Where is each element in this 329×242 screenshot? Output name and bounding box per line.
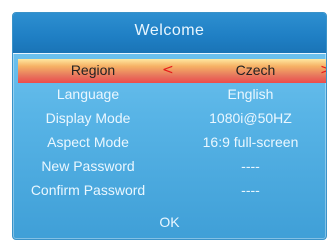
setting-label: Display Mode	[45, 110, 131, 126]
dialog-title: Welcome	[134, 22, 205, 39]
setting-label: New Password	[41, 158, 135, 174]
dialog-title-bar: Welcome	[13, 13, 326, 54]
setting-row-language[interactable]: Language English	[13, 83, 326, 107]
setting-row-new-password[interactable]: New Password ----	[13, 155, 326, 179]
setting-value: 16:9 full-screen	[202, 134, 299, 150]
setting-row-region[interactable]: Region < Czech >	[18, 59, 326, 83]
setting-row-confirm-password[interactable]: Confirm Password ----	[13, 179, 326, 203]
ok-button[interactable]: OK	[13, 214, 326, 230]
welcome-dialog: Welcome Region < Czech > Language Englis…	[12, 12, 327, 240]
setting-label: Region	[70, 62, 116, 78]
setting-row-aspect-mode[interactable]: Aspect Mode 16:9 full-screen	[13, 131, 326, 155]
setting-value: ----	[241, 158, 260, 174]
setting-label: Confirm Password	[30, 182, 146, 198]
setting-value: ----	[241, 182, 260, 198]
settings-list: Region < Czech > Language English Displa…	[13, 59, 326, 203]
chevron-left-icon[interactable]: <	[162, 62, 174, 78]
chevron-right-icon[interactable]: >	[320, 62, 326, 78]
setting-row-display-mode[interactable]: Display Mode 1080i@50HZ	[13, 107, 326, 131]
setting-value: English	[227, 86, 274, 102]
screen-frame: Welcome Region < Czech > Language Englis…	[0, 0, 329, 242]
setting-label: Aspect Mode	[47, 134, 129, 150]
setting-value: Czech	[235, 62, 276, 78]
setting-label: Language	[56, 86, 120, 102]
setting-value: 1080i@50HZ	[209, 110, 292, 126]
